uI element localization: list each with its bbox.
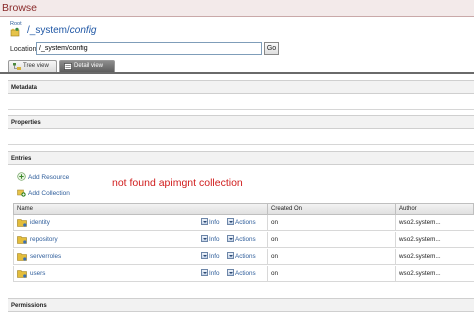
row-name-link[interactable]: serverroles [30,249,61,265]
location-label: Location: [10,46,39,53]
row-name-link[interactable]: repository [30,232,58,248]
column-header-author[interactable]: Author [396,204,474,215]
actions-button[interactable]: Actions [227,215,256,231]
cell-author: wso2.system... [399,236,441,243]
chevron-down-icon [227,252,234,259]
cell-name: users Info Actions [14,266,268,282]
folder-icon [17,269,27,278]
tree-icon [13,63,21,70]
go-button[interactable]: Go [264,42,279,55]
column-header-created-on[interactable]: Created On [268,204,396,215]
permissions-section-header[interactable]: Permissions [8,298,474,312]
info-button[interactable]: Info [201,266,220,282]
folder-icon [17,252,27,261]
actions-button[interactable]: Actions [227,232,256,248]
cell-name: serverroles Info Actions [14,249,268,265]
tab-detail-view[interactable]: Detail view [59,60,115,72]
cell-name: identity Info Actions [14,215,268,231]
properties-section-header[interactable]: Properties [8,115,474,129]
table-row: repository Info Actions on wso2.system..… [13,232,474,248]
tab-detail-view-label: Detail view [74,63,104,69]
location-input[interactable] [36,42,262,55]
actions-label: Actions [235,253,256,260]
folder-icon [17,235,27,244]
entries-section-header[interactable]: Entries [8,151,474,165]
cell-created-on: on [268,215,396,231]
cell-created-on: on [268,232,396,248]
add-resource-icon [17,172,26,181]
tab-tree-view-label: Tree view [23,63,49,69]
chevron-down-icon [227,218,234,225]
metadata-section-body [8,94,474,110]
chevron-down-icon [201,235,208,242]
page-title: Browse [0,0,474,17]
folder-icon [17,218,27,227]
add-resource-label: Add Resource [28,174,70,181]
info-label: Info [209,219,220,226]
breadcrumb-current: config [69,25,97,36]
chevron-down-icon [227,269,234,276]
actions-button[interactable]: Actions [227,249,256,265]
row-name-link[interactable]: identity [30,215,50,231]
add-collection-link[interactable]: Add Collection [17,188,70,197]
table-row: users Info Actions on wso2.system... [13,266,474,282]
chevron-down-icon [201,252,208,259]
cell-author: wso2.system... [399,253,441,260]
actions-label: Actions [235,270,256,277]
add-collection-label: Add Collection [28,190,70,197]
table-row: identity Info Actions on wso2.system... [13,215,474,231]
actions-label: Actions [235,219,256,226]
info-button[interactable]: Info [201,249,220,265]
home-folder-icon[interactable] [10,27,20,37]
cell-author: wso2.system... [399,270,441,277]
info-button[interactable]: Info [201,215,220,231]
table-row: serverroles Info Actions on wso2.system.… [13,249,474,265]
column-header-name[interactable]: Name [14,204,268,215]
row-name-link[interactable]: users [30,266,45,282]
error-note: not found apimgnt collection [112,177,243,189]
cell-author: wso2.system... [399,219,441,226]
actions-button[interactable]: Actions [227,266,256,282]
info-button[interactable]: Info [201,232,220,248]
add-resource-link[interactable]: Add Resource [17,172,69,181]
chevron-down-icon [227,235,234,242]
properties-section-body [8,129,474,145]
tab-tree-view[interactable]: Tree view [8,60,57,72]
info-label: Info [209,270,220,277]
chevron-down-icon [201,269,208,276]
info-label: Info [209,253,220,260]
tab-divider [0,72,474,74]
breadcrumb: /_system/config [27,25,96,36]
cell-created-on: on [268,266,396,282]
detail-icon [64,63,72,70]
info-label: Info [209,236,220,243]
table-header: Name Created On Author [13,203,474,215]
breadcrumb-parent[interactable]: /_system/ [27,25,70,36]
cell-created-on: on [268,249,396,265]
cell-name: repository Info Actions [14,232,268,248]
add-collection-icon [17,188,26,197]
actions-label: Actions [235,236,256,243]
metadata-section-header[interactable]: Metadata [8,80,474,94]
chevron-down-icon [201,218,208,225]
